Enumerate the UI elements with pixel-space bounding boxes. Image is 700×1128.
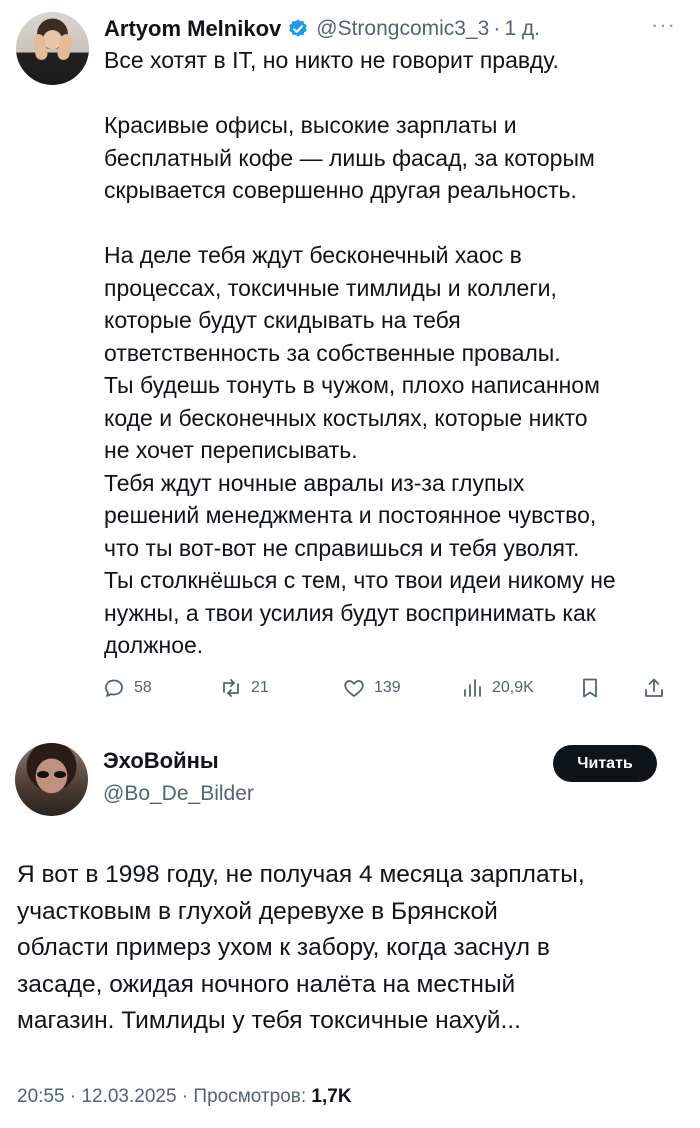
avatar-eye: [54, 771, 66, 778]
more-options-icon[interactable]: ···: [651, 12, 676, 38]
share-icon: [645, 678, 663, 697]
tweet-meta: 20:55 · 12.03.2025 · Просмотров: 1,7K: [17, 1086, 352, 1108]
avatar-eye: [37, 771, 49, 778]
repost-button[interactable]: 21: [219, 676, 269, 700]
author-handle[interactable]: @Strongcomic3_3 · 1 д.: [316, 17, 540, 41]
tweet-text: Все хотят в IT, но никто не говорит прав…: [104, 47, 616, 658]
author-handle[interactable]: @Bo_De_Bilder: [103, 782, 254, 806]
author-avatar[interactable]: [16, 12, 89, 85]
avatar-hand: [31, 33, 49, 61]
avatar-hand: [56, 33, 74, 61]
reply-icon: [105, 679, 123, 697]
tweet-header: Artyom Melnikov @Strongcomic3_3 · 1 д.: [104, 14, 540, 44]
views-count: 20,9K: [492, 679, 534, 696]
author-avatar[interactable]: [15, 743, 88, 816]
views-label: Просмотров:: [193, 1086, 307, 1107]
meta-separator: ·: [69, 1086, 82, 1107]
like-count: 139: [374, 679, 401, 696]
views-button[interactable]: 20,9K: [460, 676, 534, 700]
views-icon: [464, 679, 481, 697]
tweet-actions: 58 21 139 20,9K: [102, 676, 672, 706]
tweet-date[interactable]: 12.03.2025: [81, 1086, 176, 1107]
like-button[interactable]: 139: [342, 676, 401, 700]
share-button[interactable]: [642, 676, 666, 700]
views-count: 1,7K: [311, 1086, 352, 1107]
tweet-original[interactable]: Artyom Melnikov @Strongcomic3_3 · 1 д. ···…: [0, 0, 700, 735]
author-name[interactable]: Artyom Melnikov: [104, 16, 281, 42]
like-icon: [344, 680, 364, 697]
author-name[interactable]: ЭхоВойны: [103, 748, 219, 774]
verified-badge-icon: [289, 19, 308, 37]
meta-separator: ·: [181, 1086, 194, 1107]
tweet-text: Я вот в 1998 году, не получая 4 месяца з…: [17, 861, 585, 1035]
tweet-reply[interactable]: ЭхоВойны @Bo_De_Bilder Читать Я вот в 19…: [0, 735, 700, 1128]
reply-count: 58: [134, 679, 152, 696]
follow-button[interactable]: Читать: [553, 745, 657, 782]
tweet-time: 1 д.: [504, 17, 540, 40]
bookmark-button[interactable]: [578, 676, 602, 700]
reply-button[interactable]: 58: [102, 676, 152, 700]
bookmark-icon: [583, 678, 597, 698]
repost-icon: [223, 679, 239, 697]
tweet-time[interactable]: 20:55: [17, 1086, 65, 1107]
repost-count: 21: [251, 679, 269, 696]
